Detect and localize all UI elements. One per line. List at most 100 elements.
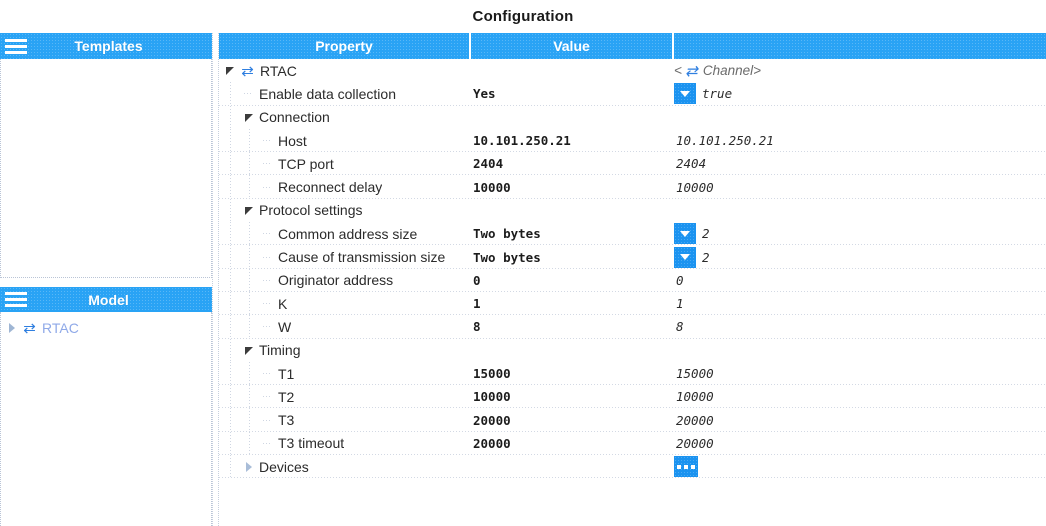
- exchange-icon: ⇄: [241, 62, 254, 80]
- ellipsis-dot: [691, 464, 695, 469]
- property-label: T2: [278, 388, 295, 405]
- property-editor-cell: 10000: [674, 175, 1046, 198]
- tree-indent: [219, 128, 263, 153]
- value-dropdown-button[interactable]: [674, 246, 696, 268]
- tree-guide-line: [230, 105, 231, 129]
- property-row[interactable]: W 88: [219, 315, 1046, 339]
- property-row[interactable]: Reconnect delay 10000 10000: [219, 175, 1046, 200]
- property-value-cell[interactable]: [471, 199, 674, 222]
- property-value-cell[interactable]: Yes: [471, 82, 674, 105]
- property-label: W: [278, 318, 292, 335]
- property-row[interactable]: Enable data collection Yes true: [219, 82, 1046, 106]
- property-value-cell[interactable]: 20000: [471, 408, 674, 431]
- property-label: T3 timeout: [278, 435, 345, 452]
- property-row[interactable]: Timing: [219, 338, 1046, 362]
- property-value-cell[interactable]: [471, 59, 674, 82]
- tree-leaf-connector: [263, 158, 274, 169]
- tree-guide-line: [249, 361, 250, 386]
- property-value-cell[interactable]: [471, 339, 674, 362]
- templates-list[interactable]: [0, 59, 212, 278]
- chevron-right-icon[interactable]: [9, 323, 15, 333]
- exchange-icon: ⇄: [23, 320, 36, 337]
- property-row[interactable]: ⇄ RTAC < ⇄ Channel>: [219, 59, 1046, 82]
- column-header-value[interactable]: Value: [471, 33, 674, 59]
- property-value-cell[interactable]: 10000: [471, 175, 674, 198]
- tree-guide-line: [230, 128, 231, 153]
- property-value-cell[interactable]: 8: [471, 315, 674, 338]
- property-name-cell: K: [219, 291, 471, 316]
- tree-guide-line: [230, 361, 231, 386]
- property-value-cell[interactable]: 10.101.250.21: [471, 129, 674, 152]
- templates-panel-header: Templates: [0, 33, 212, 59]
- tree-guide-line: [230, 268, 231, 292]
- property-row[interactable]: Connection: [219, 105, 1046, 129]
- property-row[interactable]: TCP port 2404 2404: [219, 152, 1046, 176]
- property-value-cell[interactable]: [471, 106, 674, 129]
- tree-indent: [219, 152, 263, 176]
- property-value-cell[interactable]: 1: [471, 292, 674, 315]
- chevron-down-icon[interactable]: [244, 112, 255, 123]
- open-collection-editor-button[interactable]: [674, 456, 698, 478]
- property-row[interactable]: T1 15000 15000: [219, 361, 1046, 386]
- hamburger-icon[interactable]: [5, 290, 27, 310]
- tree-guide-line: [249, 431, 250, 456]
- property-editor-cell: [674, 106, 1046, 129]
- property-value-cell[interactable]: [471, 455, 674, 478]
- tree-indent: [219, 105, 244, 129]
- property-row[interactable]: Protocol settings: [219, 198, 1046, 223]
- property-editor-cell: 2404: [674, 152, 1046, 175]
- property-value-cell[interactable]: 0: [471, 269, 674, 292]
- property-row[interactable]: T3 timeout 20000 20000: [219, 431, 1046, 456]
- property-row[interactable]: K 11: [219, 291, 1046, 316]
- tree-indent: [219, 82, 244, 106]
- property-default-value: 20000: [676, 435, 714, 451]
- chevron-right-icon[interactable]: [244, 461, 255, 473]
- property-name-cell: T3: [219, 408, 471, 432]
- property-row[interactable]: Common address size Two bytes 2: [219, 222, 1046, 246]
- property-default-value: 20000: [676, 412, 714, 428]
- column-header-extra[interactable]: [674, 33, 1046, 59]
- tree-guide-line: [249, 152, 250, 176]
- property-name-cell: Connection: [219, 105, 471, 129]
- tree-indent: [219, 408, 263, 432]
- property-value-cell[interactable]: Two bytes: [471, 222, 674, 245]
- value-dropdown-button[interactable]: [674, 83, 696, 105]
- column-header-property[interactable]: Property: [219, 33, 471, 59]
- property-value-cell[interactable]: Two bytes: [471, 245, 674, 268]
- chevron-down-icon: [680, 254, 690, 261]
- property-editor-cell: 20000: [674, 432, 1046, 455]
- chevron-down-icon[interactable]: [225, 65, 236, 76]
- property-name-cell: Protocol settings: [219, 198, 471, 223]
- tree-guide-line: [230, 291, 231, 316]
- property-label: Reconnect delay: [278, 179, 383, 196]
- property-row[interactable]: T2 10000 10000: [219, 385, 1046, 409]
- property-row[interactable]: T3 20000 20000: [219, 408, 1046, 433]
- value-dropdown-button[interactable]: [674, 223, 696, 245]
- property-name-cell: T1: [219, 361, 471, 386]
- tree-guide-line: [249, 291, 250, 316]
- property-row[interactable]: Host 10.101.250.21 10.101.250.21: [219, 128, 1046, 153]
- model-tree-item-rtac[interactable]: ⇄ RTAC: [1, 318, 211, 338]
- hamburger-icon[interactable]: [5, 36, 27, 56]
- property-value-cell[interactable]: 10000: [471, 385, 674, 408]
- property-label: T1: [278, 365, 295, 382]
- property-label: Host: [278, 132, 307, 149]
- chevron-down-icon[interactable]: [244, 345, 255, 356]
- property-default-value: 8: [676, 319, 684, 335]
- ellipsis-dot: [684, 464, 688, 469]
- property-editor-cell: [674, 199, 1046, 222]
- templates-panel-title: Templates: [74, 38, 143, 54]
- panel-splitter[interactable]: [212, 33, 219, 526]
- property-name-cell: T2: [219, 385, 471, 409]
- property-editor-cell: 2: [674, 222, 1046, 245]
- property-row[interactable]: Originator address 0 0: [219, 268, 1046, 293]
- tree-indent: [219, 198, 244, 223]
- tree-guide-line: [230, 175, 231, 199]
- property-value-cell[interactable]: 15000: [471, 362, 674, 385]
- property-row[interactable]: Devices: [219, 455, 1046, 479]
- property-row[interactable]: Cause of transmission size Two bytes 2: [219, 245, 1046, 269]
- property-value-cell[interactable]: 2404: [471, 152, 674, 175]
- property-label: K: [278, 295, 288, 312]
- property-value-cell[interactable]: 20000: [471, 432, 674, 455]
- chevron-down-icon[interactable]: [244, 205, 255, 216]
